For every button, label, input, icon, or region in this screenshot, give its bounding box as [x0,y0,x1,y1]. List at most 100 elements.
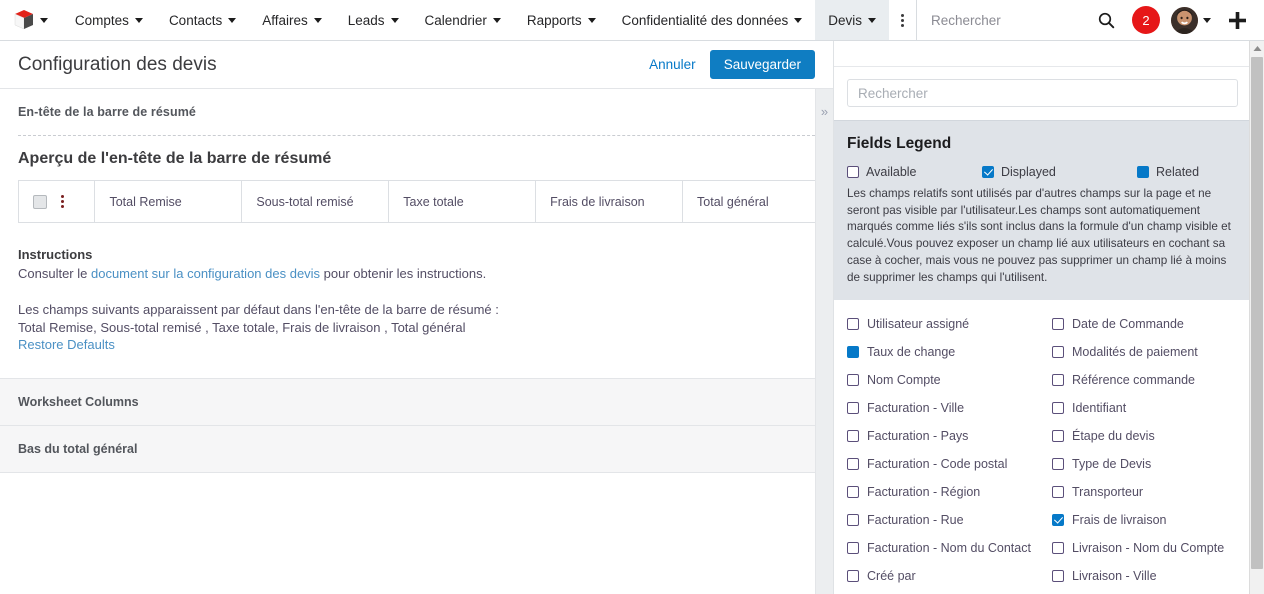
field-transporteur[interactable]: Transporteur [1052,478,1238,506]
checkbox-unchecked-icon[interactable] [1052,318,1064,331]
field-label: Facturation - Ville [867,401,965,416]
table-header-row: Total Remise Sous-total remisé Taxe tota… [17,180,832,223]
field-reference-commande[interactable]: Référence commande [1052,366,1238,394]
summary-preview-block: Aperçu de l'en-tête de la barre de résum… [0,136,833,223]
fields-column-right: Date de Commande Modalités de paiement R… [1052,310,1238,590]
checkbox-related-icon[interactable] [847,346,859,359]
section-worksheet-columns[interactable]: Worksheet Columns [0,378,833,426]
checkbox-unchecked-icon[interactable] [847,514,859,527]
checkbox-unchecked-icon[interactable] [1052,570,1064,583]
checkbox-unchecked-icon[interactable] [847,570,859,583]
field-etape-du-devis[interactable]: Étape du devis [1052,422,1238,450]
nav-item-contacts[interactable]: Contacts [156,0,249,40]
field-facturation-code-postal[interactable]: Facturation - Code postal [847,450,1052,478]
field-facturation-nom-du-contact[interactable]: Facturation - Nom du Contact [847,534,1052,562]
side-panel-search-wrap [834,67,1251,120]
table-column-taxe-totale[interactable]: Taxe totale [388,180,537,223]
checkbox-unchecked-icon[interactable] [847,318,859,331]
checkbox-unchecked-icon[interactable] [1052,402,1064,415]
field-facturation-rue[interactable]: Facturation - Rue [847,506,1052,534]
chevron-down-icon [492,17,501,23]
app-logo-button[interactable] [0,0,62,40]
fields-search-input[interactable] [847,79,1238,107]
scrollbar-up-arrow[interactable] [1250,41,1264,56]
field-label: Utilisateur assigné [867,317,970,332]
user-menu-button[interactable] [1171,6,1211,34]
checkbox-unchecked-icon[interactable] [1052,374,1064,387]
field-label: Facturation - Rue [867,513,964,528]
checkbox-unchecked-icon[interactable] [847,542,859,555]
checkbox-unchecked-icon[interactable] [847,486,859,499]
fields-legend-items: Available Displayed Related [847,165,1238,179]
checkbox-unchecked-icon[interactable] [847,458,859,471]
nav-item-leads[interactable]: Leads [335,0,412,40]
nav-item-affaires[interactable]: Affaires [249,0,335,40]
checkbox-related-icon [1137,166,1149,178]
field-label: Nom Compte [867,373,941,388]
nav-item-label: Devis [828,12,862,28]
field-label: Facturation - Nom du Contact [867,541,1031,556]
field-label: Facturation - Région [867,485,981,500]
field-facturation-region[interactable]: Facturation - Région [847,478,1052,506]
chevron-down-icon [390,17,399,23]
field-modalites-de-paiement[interactable]: Modalités de paiement [1052,338,1238,366]
nav-item-calendrier[interactable]: Calendrier [412,0,514,40]
field-label: Modalités de paiement [1072,345,1198,360]
field-label: Type de Devis [1072,457,1152,472]
table-column-total-remise[interactable]: Total Remise [94,180,243,223]
checkbox-unchecked-icon[interactable] [847,430,859,443]
field-cree-par[interactable]: Créé par [847,562,1052,590]
page-scrollbar[interactable] [1249,41,1264,594]
checkbox-checked-icon[interactable] [1052,514,1064,527]
avatar [1171,6,1198,34]
fields-side-panel: Fields Legend Available Displayed Relate… [833,41,1251,594]
notification-badge[interactable]: 2 [1132,6,1160,34]
field-date-de-commande[interactable]: Date de Commande [1052,310,1238,338]
field-utilisateur-assigne[interactable]: Utilisateur assigné [847,310,1052,338]
checkbox-unchecked-icon[interactable] [1052,486,1064,499]
restore-defaults-link[interactable]: Restore Defaults [18,337,815,352]
field-nom-compte[interactable]: Nom Compte [847,366,1052,394]
field-facturation-pays[interactable]: Facturation - Pays [847,422,1052,450]
field-label: Facturation - Code postal [867,457,1008,472]
section-bas-du-total-general[interactable]: Bas du total général [0,426,833,473]
checkbox-unchecked-icon[interactable] [847,374,859,387]
checkbox-checked-icon [982,166,994,178]
table-column-total-general[interactable]: Total général [682,180,832,223]
field-label: Étape du devis [1072,429,1155,444]
cancel-button[interactable]: Annuler [649,57,696,72]
nav-item-rapports[interactable]: Rapports [514,0,609,40]
checkbox-unchecked-icon[interactable] [847,402,859,415]
legend-label: Displayed [1001,165,1056,179]
checkbox-unchecked-icon[interactable] [1052,458,1064,471]
field-facturation-ville[interactable]: Facturation - Ville [847,394,1052,422]
field-taux-de-change[interactable]: Taux de change [847,338,1052,366]
fields-legend: Fields Legend Available Displayed Relate… [834,120,1251,301]
quote-config-doc-link[interactable]: document sur la configuration des devis [91,266,320,281]
field-livraison-nom-du-compte[interactable]: Livraison - Nom du Compte [1052,534,1238,562]
global-search-input[interactable] [919,12,1091,28]
nav-item-devis[interactable]: Devis [815,0,889,40]
nav-item-comptes[interactable]: Comptes [62,0,156,40]
select-all-checkbox-icon[interactable] [33,194,47,209]
field-identifiant[interactable]: Identifiant [1052,394,1238,422]
save-button[interactable]: Sauvegarder [709,50,815,79]
legend-item-displayed: Displayed [982,165,1137,179]
table-column-frais-de-livraison[interactable]: Frais de livraison [535,180,684,223]
field-type-de-devis[interactable]: Type de Devis [1052,450,1238,478]
nav-overflow-menu-button[interactable] [889,0,916,40]
checkbox-unchecked-icon[interactable] [1052,430,1064,443]
table-column-sous-total-remise[interactable]: Sous-total remisé [241,180,390,223]
chevron-down-icon [134,17,143,23]
chevron-down-icon [228,17,237,23]
checkbox-unchecked-icon[interactable] [1052,346,1064,359]
checkbox-unchecked-icon[interactable] [1052,542,1064,555]
scrollbar-thumb[interactable] [1251,57,1263,569]
field-livraison-ville[interactable]: Livraison - Ville [1052,562,1238,590]
kebab-vertical-icon[interactable] [61,195,64,208]
panel-collapse-handle[interactable]: » [815,89,833,594]
create-new-button[interactable] [1227,10,1248,31]
search-icon[interactable] [1091,12,1121,29]
nav-item-confidentialite-des-donnees[interactable]: Confidentialité des données [609,0,816,40]
field-frais-de-livraison[interactable]: Frais de livraison [1052,506,1238,534]
